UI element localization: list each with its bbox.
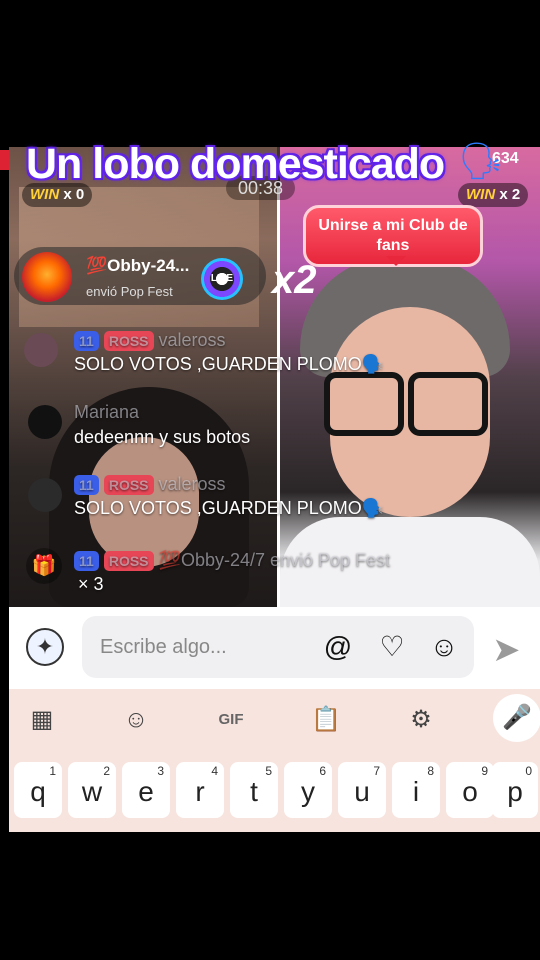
- key-p[interactable]: p0: [492, 762, 538, 818]
- level-badge: 11: [74, 475, 99, 496]
- send-icon[interactable]: ➤: [492, 630, 521, 670]
- fan-badge: ROSS: [103, 551, 154, 572]
- gift-count: × 3: [78, 574, 104, 594]
- avatar[interactable]: [28, 405, 62, 439]
- gift-sender-name: 💯Obby-24...: [86, 256, 190, 275]
- fan-badge: ROSS: [103, 475, 154, 496]
- clipboard-icon[interactable]: 📋: [306, 702, 346, 738]
- chat-message: SOLO VOTOS ,GUARDEN PLOMO🗣️: [74, 354, 385, 374]
- emoji-icon[interactable]: ☺: [426, 629, 462, 665]
- red-indicator: [0, 150, 9, 170]
- key-y[interactable]: y6: [284, 762, 332, 818]
- comment-placeholder: Escribe algo...: [100, 636, 227, 658]
- win-counter-right: WIN x 2: [458, 183, 529, 207]
- chat-username: 11 ROSS valeross: [74, 474, 226, 496]
- left-host-video[interactable]: [9, 147, 277, 607]
- sparkle-icon[interactable]: ✦: [26, 628, 64, 666]
- key-r[interactable]: r4: [176, 762, 224, 818]
- fan-badge: ROSS: [103, 331, 154, 352]
- avatar[interactable]: [28, 478, 62, 512]
- key-e[interactable]: e3: [122, 762, 170, 818]
- chat-username: 11 ROSS valeross: [74, 330, 226, 352]
- speaking-head-icon: 🗣: [458, 140, 504, 181]
- level-badge: 11: [74, 331, 99, 352]
- key-t[interactable]: t5: [230, 762, 278, 818]
- join-fan-club-button[interactable]: Unirse a mi Club de fans: [303, 205, 483, 267]
- gift-box-icon[interactable]: 🎁: [26, 548, 62, 584]
- bottom-letterbox: [0, 832, 540, 960]
- settings-gear-icon[interactable]: ⚙: [401, 702, 441, 738]
- key-q[interactable]: q1: [14, 762, 62, 818]
- chat-username: Mariana: [74, 402, 140, 422]
- chat-message: dedeennn y sus botos: [74, 427, 251, 447]
- win-count: x 2: [499, 186, 521, 203]
- key-w[interactable]: w2: [68, 762, 116, 818]
- heart-icon[interactable]: ♡: [374, 629, 410, 665]
- gif-button[interactable]: GIF: [211, 702, 251, 738]
- win-label: WIN: [466, 186, 496, 203]
- avatar[interactable]: [22, 252, 72, 302]
- gift-description: envió Pop Fest: [86, 284, 173, 299]
- microphone-icon[interactable]: 🎤: [493, 694, 540, 742]
- mention-icon[interactable]: @: [320, 629, 356, 665]
- key-u[interactable]: u7: [338, 762, 386, 818]
- chat-message: SOLO VOTOS ,GUARDEN PLOMO🗣️: [74, 498, 385, 518]
- key-o[interactable]: o9: [446, 762, 494, 818]
- sticker-icon[interactable]: ☺: [116, 702, 156, 738]
- gift-icon: LIVE: [201, 258, 243, 300]
- key-i[interactable]: i8: [392, 762, 440, 818]
- gift-multiplier: x2: [272, 258, 317, 302]
- video-title-overlay: Un lobo domesticado: [26, 140, 445, 188]
- apps-grid-icon[interactable]: ▦: [22, 702, 62, 738]
- level-badge: 11: [74, 551, 99, 572]
- chat-username: 11 ROSS 💯Obby-24/7 envió Pop Fest: [74, 550, 390, 572]
- avatar[interactable]: [24, 333, 58, 367]
